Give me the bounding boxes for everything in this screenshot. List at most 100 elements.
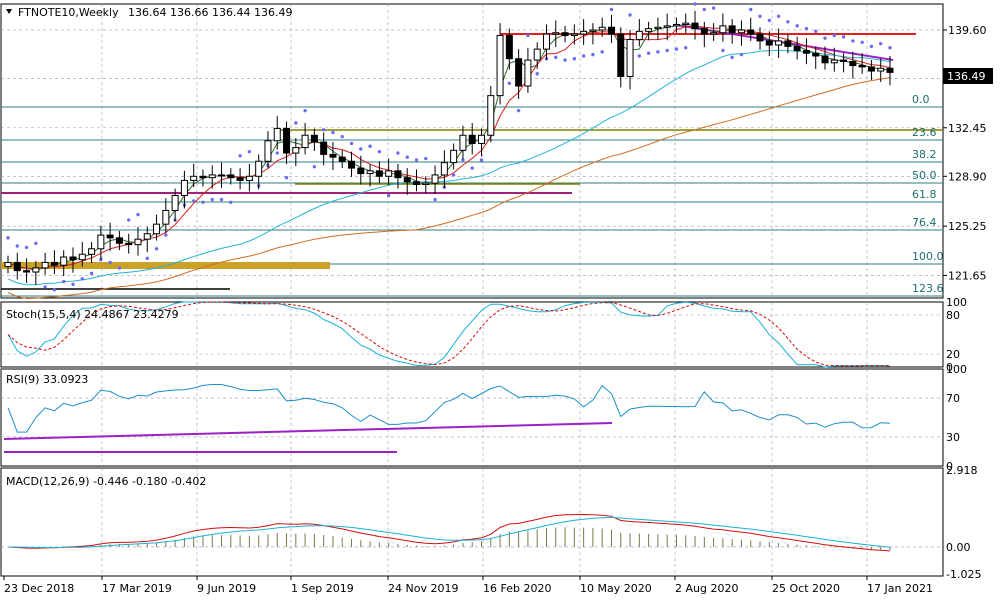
ohlc-label: 136.64 136.66 136.44 136.49 (128, 6, 292, 19)
sar-dot (284, 175, 289, 180)
candle-body (32, 267, 40, 273)
candle-body (264, 140, 272, 162)
candle-body (171, 194, 179, 211)
sar-dot (711, 6, 716, 10)
candle-body (700, 28, 708, 35)
candle-body (348, 160, 356, 169)
candle-body (533, 48, 541, 61)
ma-fast-line (7, 23, 891, 271)
time-tick-label: 2 Aug 2020 (675, 582, 738, 595)
sar-dot (823, 36, 827, 40)
sar-dot (851, 39, 855, 43)
chart-panes (0, 3, 944, 577)
time-tick-label: 10 May 2020 (580, 582, 652, 595)
sar-dot (674, 47, 679, 51)
candle-body (886, 67, 894, 73)
candle-body (199, 175, 207, 179)
sar-dot (219, 197, 224, 202)
candle-body (450, 149, 458, 164)
sar-dot (739, 52, 744, 57)
time-tick-label: 17 Mar 2019 (102, 582, 172, 595)
sar-dot (405, 155, 409, 159)
fibo-label: 123.6 (912, 282, 944, 295)
candle-body (867, 66, 875, 72)
sar-dot (479, 158, 484, 162)
fibo-label: 76.4 (912, 216, 937, 229)
candles[interactable] (4, 10, 894, 286)
sar-dot (804, 26, 809, 31)
candle-body (227, 174, 235, 179)
candle-body (775, 40, 783, 46)
sar-dot (89, 271, 94, 276)
trading-chart[interactable]: FTNOTE10,Weekly 136.64 136.66 136.44 136… (0, 0, 1000, 600)
candle-body (524, 59, 532, 87)
sar-dot (396, 151, 400, 155)
rsi-tick-label: 100 (946, 363, 967, 376)
candle-body (654, 26, 662, 30)
sar-dot (665, 48, 669, 53)
fibo-label: 50.0 (912, 169, 937, 182)
sar-dot (433, 197, 437, 202)
sar-dot (609, 7, 614, 12)
sar-dot (832, 33, 836, 38)
sar-dot (62, 279, 66, 284)
sar-dot (869, 44, 874, 49)
candle-body (385, 170, 393, 177)
sar-dot (516, 108, 521, 113)
candle-body (515, 58, 523, 87)
candle-body (292, 147, 300, 154)
sar-dot (591, 52, 595, 57)
sar-dot (340, 134, 344, 139)
stoch-label: Stoch(15,5,4) 24.4867 23.4279 (6, 308, 179, 321)
sar-dot (15, 244, 19, 248)
price-tick-label: 128.90 (948, 170, 987, 183)
sar-dot (210, 197, 214, 202)
current-price-label: 136.49 (947, 70, 986, 83)
candle-body (143, 233, 151, 240)
sar-dot (684, 46, 688, 50)
candle-body (23, 270, 31, 273)
sar-dot (424, 156, 428, 161)
sar-dot (535, 72, 539, 76)
sar-dot (136, 212, 140, 217)
candle-body (440, 162, 448, 176)
candle-body (487, 95, 495, 136)
candle-body (338, 156, 346, 162)
sar-dot (145, 256, 149, 261)
sar-dot (359, 147, 363, 151)
chart-header: FTNOTE10,Weekly 136.64 136.66 136.44 136… (6, 6, 292, 19)
price-tick-label: 121.65 (948, 269, 987, 282)
candle-body (505, 34, 513, 60)
sar-dot (52, 288, 57, 292)
candle-body (756, 33, 764, 42)
candle-body (672, 24, 680, 27)
candle-body (617, 33, 625, 77)
grid (1, 4, 943, 576)
sar-dot (572, 56, 577, 61)
sar-dot (386, 193, 391, 198)
candle-body (468, 134, 476, 144)
candle-body (283, 127, 291, 154)
candle-body (60, 256, 68, 266)
sar-dot (637, 54, 642, 58)
sar-dot (414, 158, 419, 162)
candle-body (682, 22, 690, 26)
sar-dot (34, 241, 38, 246)
time-tick-label: 24 Nov 2019 (388, 582, 458, 595)
candle-body (552, 32, 560, 35)
sar-dot (470, 166, 474, 170)
candle-body (403, 177, 411, 183)
stoch-tick-label: 100 (946, 296, 967, 309)
candle-body (830, 59, 838, 64)
sar-dot (451, 173, 456, 177)
sar-dot (841, 35, 846, 39)
candle-body (747, 29, 755, 35)
time-tick-label: 23 Dec 2018 (4, 582, 74, 595)
candle-body (134, 238, 142, 246)
sar-dot (721, 48, 725, 53)
sar-dot (43, 285, 47, 289)
candle-body (125, 242, 133, 246)
ma-slow-line (7, 25, 891, 269)
candle-body (413, 181, 421, 186)
sar-dot (600, 50, 604, 54)
